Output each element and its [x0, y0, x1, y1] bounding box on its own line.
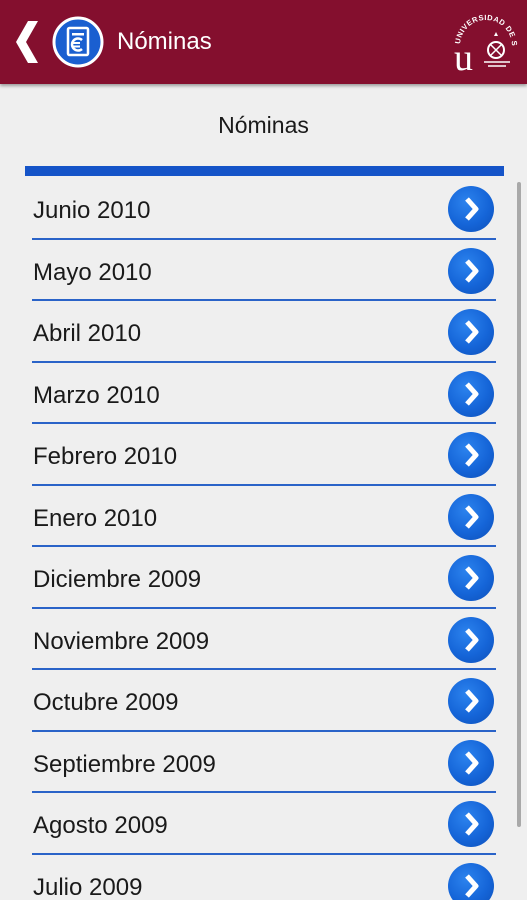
list-item-label: Marzo 2010 — [33, 381, 160, 409]
list-item[interactable]: Abril 2010 — [0, 301, 527, 363]
chevron-right-icon — [465, 258, 479, 283]
list-item[interactable]: Septiembre 2009 — [0, 732, 527, 793]
list-item-label: Enero 2010 — [33, 504, 158, 532]
open-item-button[interactable] — [448, 432, 494, 478]
scrollbar[interactable] — [517, 182, 521, 827]
chevron-right-icon — [465, 750, 479, 775]
list-item-label: Febrero 2010 — [33, 443, 178, 470]
open-item-button[interactable] — [448, 616, 494, 663]
open-item-button[interactable] — [448, 493, 494, 540]
list-item-label: Julio 2009 — [33, 873, 143, 900]
list-item-label: Octubre 2009 — [33, 689, 179, 716]
chevron-right-icon — [465, 504, 479, 529]
list-item[interactable]: Junio 2010 — [0, 178, 527, 240]
list-item[interactable]: Octubre 2009 — [0, 670, 527, 732]
page-title: Nóminas — [218, 112, 309, 138]
open-item-button[interactable] — [448, 186, 494, 232]
chevron-right-icon — [465, 812, 479, 836]
list-item[interactable]: Marzo 2010 — [0, 363, 527, 424]
app-bar: Nóminas UNIVERSIDAD DE SEVILLA u — [0, 0, 527, 84]
universidad-de-sevilla-logo: UNIVERSIDAD DE SEVILLA u — [447, 0, 522, 79]
list-item-label: Abril 2010 — [33, 320, 142, 347]
list-item[interactable]: Julio 2009 — [0, 855, 527, 900]
list-item-label: Agosto 2009 — [33, 812, 168, 839]
open-item-button[interactable] — [448, 370, 494, 417]
list-item[interactable]: Febrero 2010 — [0, 424, 527, 486]
list-item-label: Diciembre 2009 — [33, 566, 202, 593]
open-item-button[interactable] — [448, 678, 494, 724]
list-item[interactable]: Enero 2010 — [0, 486, 527, 547]
open-item-button[interactable] — [448, 801, 494, 847]
chevron-left-icon — [16, 21, 38, 63]
list-item-label: Junio 2010 — [33, 197, 151, 224]
chevron-right-icon — [465, 443, 479, 467]
chevron-right-icon — [465, 627, 479, 652]
chevron-right-icon — [465, 566, 479, 590]
chevron-right-icon — [465, 381, 479, 406]
open-item-button[interactable] — [448, 862, 494, 900]
list-item[interactable]: Noviembre 2009 — [0, 609, 527, 670]
open-item-button[interactable] — [448, 247, 494, 294]
chevron-right-icon — [465, 873, 479, 898]
open-item-button[interactable] — [448, 739, 494, 786]
open-item-button[interactable] — [448, 309, 494, 355]
svg-text:u: u — [454, 37, 473, 78]
title-divider — [25, 166, 504, 176]
payroll-list[interactable]: Junio 2010 Mayo 2010 Abril 2010 Marzo 20… — [0, 178, 527, 900]
list-item-label: Noviembre 2009 — [33, 627, 210, 655]
chevron-right-icon — [465, 197, 479, 221]
chevron-right-icon — [465, 689, 479, 713]
open-item-button[interactable] — [448, 555, 494, 601]
list-item[interactable]: Agosto 2009 — [0, 793, 527, 855]
chevron-right-icon — [465, 320, 479, 344]
list-item[interactable]: Mayo 2010 — [0, 240, 527, 301]
list-item[interactable]: Diciembre 2009 — [0, 547, 527, 609]
back-button[interactable] — [10, 17, 50, 67]
euro-document-icon[interactable] — [52, 16, 104, 68]
app-bar-title: Nóminas — [117, 28, 212, 55]
list-item-label: Mayo 2010 — [33, 258, 152, 286]
list-item-label: Septiembre 2009 — [33, 750, 216, 778]
